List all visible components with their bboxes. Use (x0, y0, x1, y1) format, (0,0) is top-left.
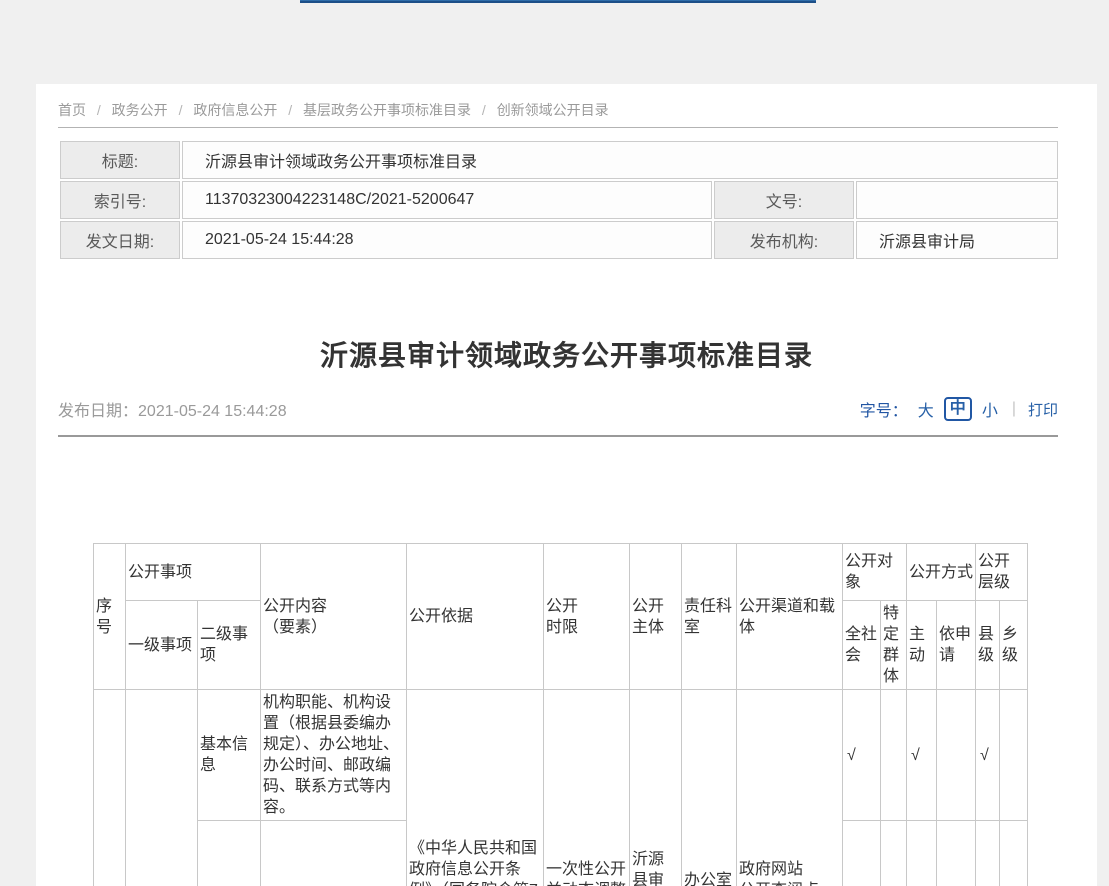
header-township: 乡级 (1000, 601, 1028, 690)
font-size-large-button[interactable]: 大 (916, 397, 936, 421)
header-county: 县级 (976, 601, 1000, 690)
check-county: √ (976, 821, 1000, 886)
cell-level2: 基本信息 (198, 690, 261, 821)
content-card: 首页 / 政务公开 / 政府信息公开 / 基层政务公开事项标准目录 / 创新领域… (36, 84, 1097, 886)
info-row-index: 索引号: 11370323004223148C/2021-5200647 文号: (60, 181, 1058, 219)
check-active: √ (907, 690, 937, 821)
cell-channel: 政府网站 公开查阅点 (737, 690, 843, 886)
catalog-table: 序号 公开事项 公开内容 （要素） 公开依据 公开 时限 公开 主体 责任科室 … (93, 543, 1028, 886)
cell-department: 办公室 (682, 690, 737, 886)
issue-date-value: 2021-05-24 15:44:28 (182, 221, 712, 259)
check-request (937, 821, 976, 886)
check-society: √ (843, 821, 881, 886)
catalog-body-row-1: 基本信息 机构职能、机构设置（根据县委编办规定）、办公地址、办公时间、邮政编码、… (94, 690, 1028, 821)
cell-subject: 沂源县审计局 (630, 690, 682, 886)
font-size-medium-button[interactable]: 中 (944, 397, 972, 421)
page-title: 沂源县审计领域政务公开事项标准目录 (36, 336, 1097, 376)
issuing-org-label: 发布机构: (714, 221, 854, 259)
header-society: 全社会 (843, 601, 881, 690)
issue-date-label: 发文日期: (60, 221, 180, 259)
cell-level1 (126, 690, 198, 886)
check-county: √ (976, 690, 1000, 821)
doc-number-label: 文号: (714, 181, 854, 219)
header-level: 公开层级 (976, 544, 1028, 601)
article-meta-row: 发布日期：2021-05-24 15:44:28 字号： 大 中 小 | 打印 (58, 396, 1058, 422)
breadcrumb-separator: / (482, 102, 486, 118)
cell-content: 机构职能、机构设置（根据县委编办规定）、办公地址、办公时间、邮政编码、联系方式等… (261, 690, 407, 821)
check-request (937, 690, 976, 821)
breadcrumb-xxgk[interactable]: 政府信息公开 (193, 102, 277, 118)
cell-basis: 《中华人民共和国政府信息公开条例》（国务院令第711号） (407, 690, 544, 886)
breadcrumb-separator: / (97, 102, 101, 118)
breadcrumb: 首页 / 政务公开 / 政府信息公开 / 基层政务公开事项标准目录 / 创新领域… (58, 100, 1058, 120)
catalog-header-row-1: 序号 公开事项 公开内容 （要素） 公开依据 公开 时限 公开 主体 责任科室 … (94, 544, 1028, 601)
header-department: 责任科室 (682, 544, 737, 690)
cell-seq (94, 690, 126, 886)
header-basis: 公开依据 (407, 544, 544, 690)
header-matter: 公开事项 (126, 544, 261, 601)
breadcrumb-zwgk[interactable]: 政务公开 (112, 102, 168, 118)
tools-separator: | (1012, 400, 1016, 418)
breadcrumb-separator: / (179, 102, 183, 118)
cell-time-limit: 一次性公开并动态调整 (544, 690, 630, 886)
font-size-label: 字号： (860, 397, 908, 421)
info-row-title: 标题: 沂源县审计领域政务公开事项标准目录 (60, 141, 1058, 179)
header-method: 公开方式 (907, 544, 976, 601)
header-subject: 公开 主体 (630, 544, 682, 690)
check-township (1000, 821, 1028, 886)
breadcrumb-home[interactable]: 首页 (58, 102, 86, 118)
publish-date-value: 2021-05-24 15:44:28 (138, 403, 287, 420)
index-number-value: 11370323004223148C/2021-5200647 (182, 181, 712, 219)
header-request: 依申请 (937, 601, 976, 690)
breadcrumb-separator: / (288, 102, 292, 118)
breadcrumb-divider (58, 127, 1058, 128)
doc-number-value (856, 181, 1058, 219)
print-button[interactable]: 打印 (1028, 399, 1058, 420)
info-row-date: 发文日期: 2021-05-24 15:44:28 发布机构: 沂源县审计局 (60, 221, 1058, 259)
article-tools: 字号： 大 中 小 | 打印 (860, 397, 1058, 421)
header-time-limit: 公开 时限 (544, 544, 630, 690)
check-active: √ (907, 821, 937, 886)
issuing-org-value: 沂源县审计局 (856, 221, 1058, 259)
header-content: 公开内容 （要素） (261, 544, 407, 690)
meta-divider (58, 435, 1058, 437)
header-seq: 序号 (94, 544, 126, 690)
breadcrumb-catalog[interactable]: 基层政务公开事项标准目录 (303, 102, 471, 118)
check-group (881, 690, 907, 821)
top-nav-bar (300, 0, 816, 3)
document-info-table: 标题: 沂源县审计领域政务公开事项标准目录 索引号: 1137032300422… (58, 139, 1060, 261)
cell-content: 内设机构及下属单位设置、职能、办公地址、办公时间、联系方式、负责人姓名等内容。 (261, 821, 407, 886)
header-group: 特定群体 (881, 601, 907, 690)
font-size-small-button[interactable]: 小 (980, 397, 1000, 421)
publish-date: 发布日期：2021-05-24 15:44:28 (58, 397, 287, 421)
check-township (1000, 690, 1028, 821)
header-channel: 公开渠道和载体 (737, 544, 843, 690)
header-active: 主动 (907, 601, 937, 690)
cell-level2: 内设机构及下属事业单位 (198, 821, 261, 886)
header-level2: 二级事项 (198, 601, 261, 690)
check-group (881, 821, 907, 886)
page: { "page": { "background": "#f0f0f0", "to… (0, 0, 1109, 886)
title-label: 标题: (60, 141, 180, 179)
header-level1: 一级事项 (126, 601, 198, 690)
title-value: 沂源县审计领域政务公开事项标准目录 (182, 141, 1058, 179)
index-number-label: 索引号: (60, 181, 180, 219)
header-target: 公开对象 (843, 544, 907, 601)
breadcrumb-current[interactable]: 创新领域公开目录 (497, 102, 609, 118)
check-society: √ (843, 690, 881, 821)
publish-date-label: 发布日期： (58, 403, 138, 420)
